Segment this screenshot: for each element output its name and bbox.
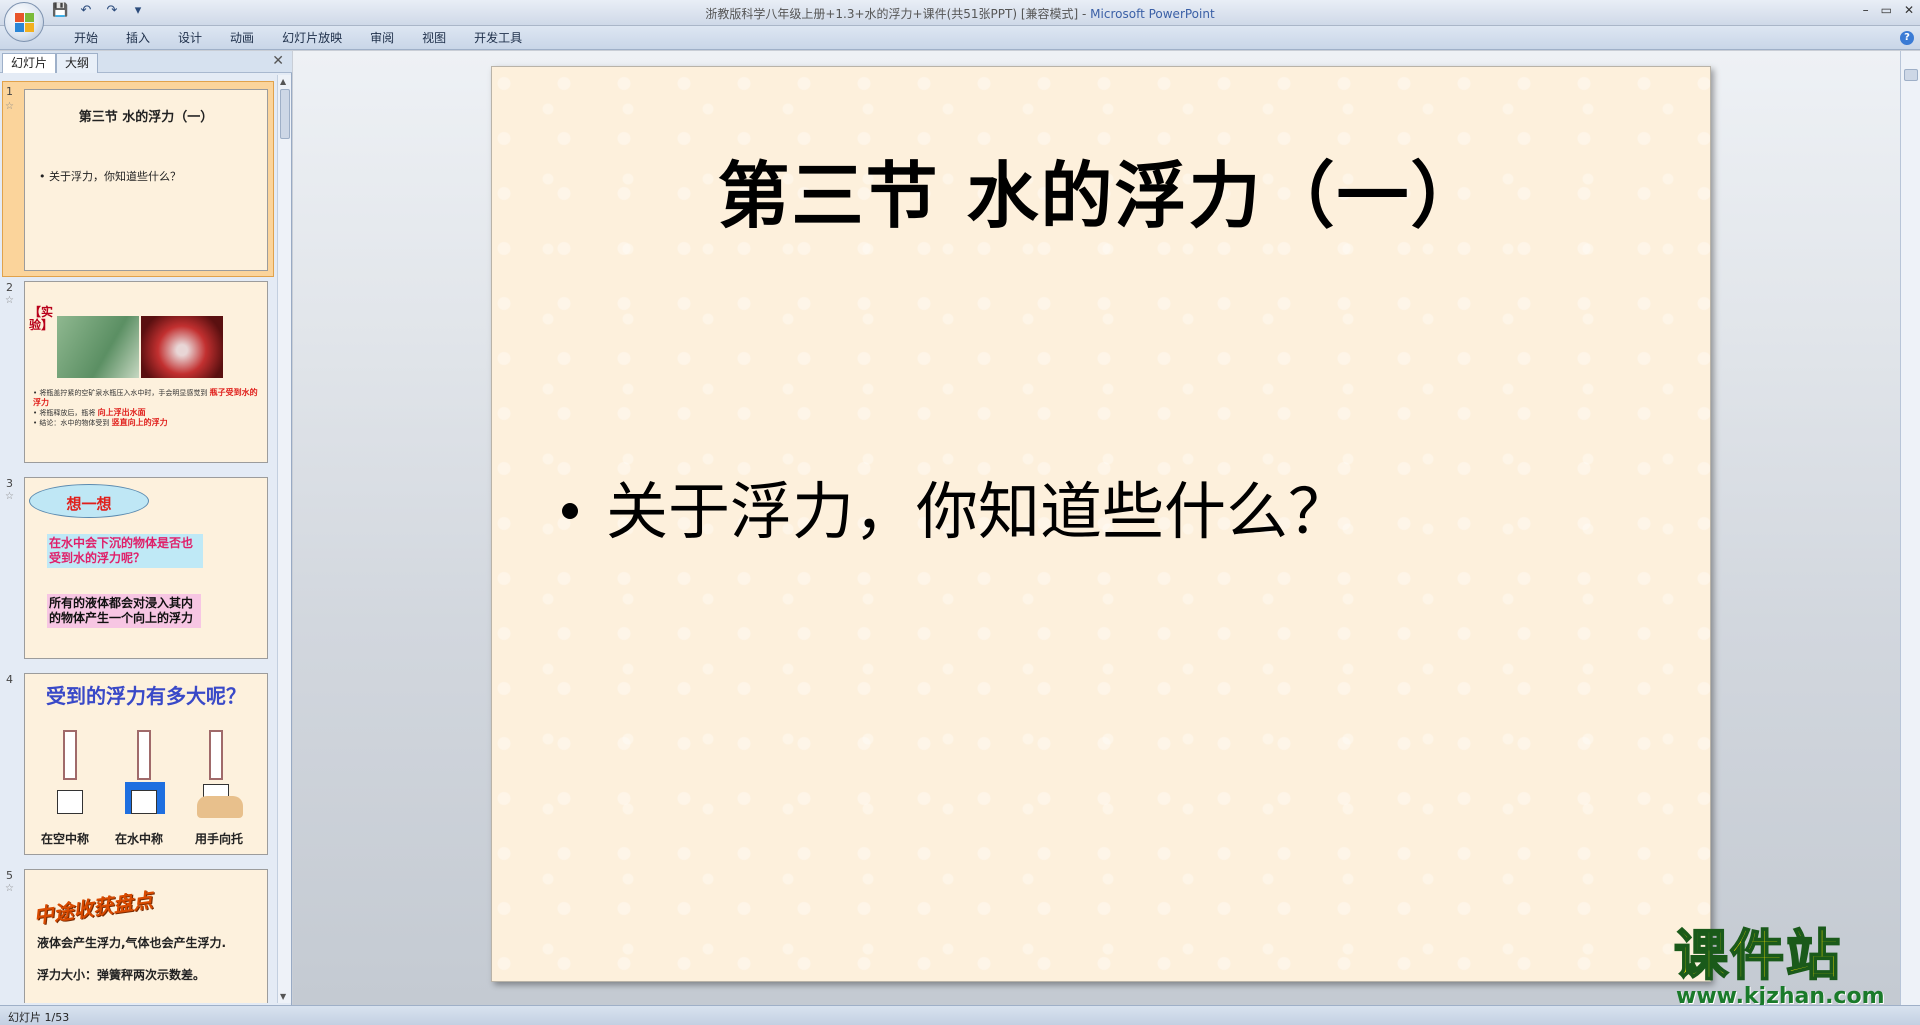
experiment-photo-hand	[57, 316, 139, 378]
bullet-icon	[562, 502, 578, 519]
maximize-button[interactable]: ▭	[1881, 3, 1892, 17]
animation-star-icon: ☆	[5, 295, 14, 306]
window-title: 浙教版科学八年级上册+1.3+水的浮力+课件(共51张PPT) [兼容模式] -…	[705, 7, 1215, 21]
office-button[interactable]	[4, 2, 44, 42]
animation-star-icon: ☆	[5, 883, 14, 894]
slide-thumbnail-3[interactable]: 想一想 在水中会下沉的物体是否也受到水的浮力呢？ 所有的液体都会对浸入其内的物体…	[24, 477, 268, 659]
ribbon: 开始 插入 设计 动画 幻灯片放映 审阅 视图 开发工具 ?	[0, 26, 1920, 50]
slide-thumbnail-4[interactable]: 受到的浮力有多大呢？ 在空中称 在水中称 用手向托	[24, 673, 268, 855]
thought-cloud: 想一想	[29, 484, 149, 518]
slide-thumbnail-2[interactable]: 【实验】 • 将瓶盖拧紧的空矿泉水瓶压入水中时，手会明显感觉到 瓶子受到水的浮力…	[24, 281, 268, 463]
tab-view[interactable]: 视图	[408, 30, 460, 46]
thumb-bullet: • 关于浮力，你知道些什么？	[39, 170, 181, 183]
experiment-photo-bowl	[141, 316, 223, 378]
tab-design[interactable]: 设计	[164, 30, 216, 46]
slides-pane: 幻灯片 大纲 ✕ 1 ☆ 第三节 水的浮力（一） • 关于浮力，你知道些什么？ …	[0, 51, 292, 1005]
slide-number: 2	[6, 281, 13, 294]
scroll-up-icon[interactable]: ▲	[280, 77, 286, 86]
main-scrollbar[interactable]	[1900, 51, 1920, 1005]
thumb-title: 受到的浮力有多大呢？	[46, 684, 246, 708]
status-bar: 幻灯片 1/53	[0, 1005, 1920, 1025]
tab-home[interactable]: 开始	[60, 30, 112, 46]
tab-slides[interactable]: 幻灯片	[2, 53, 57, 73]
slide-thumbnail-5[interactable]: 中途收获盘点 液体会产生浮力,气体也会产生浮力. 浮力大小：弹簧秤两次示数差。	[24, 869, 268, 1003]
close-pane-icon[interactable]: ✕	[272, 53, 284, 69]
slide-number: 1	[6, 85, 13, 98]
thumb-text: 液体会产生浮力,气体也会产生浮力.	[37, 936, 227, 950]
watermark: 课件站 www.kjzhan.com	[1668, 924, 1908, 1016]
thumb-text: • 将瓶盖拧紧的空矿泉水瓶压入水中时，手会明显感觉到 瓶子受到水的浮力 • 将瓶…	[33, 388, 258, 427]
office-logo-icon	[15, 13, 35, 33]
pane-tabs: 幻灯片 大纲 ✕	[0, 51, 292, 73]
minimize-button[interactable]: –	[1863, 3, 1869, 17]
animation-star-icon: ☆	[5, 491, 14, 502]
animation-star-icon: ☆	[5, 101, 14, 112]
watermark-logo: 课件站	[1673, 924, 1842, 987]
thumbnail-list: 1 ☆ 第三节 水的浮力（一） • 关于浮力，你知道些什么？ 2 ☆ 【实验】 …	[0, 75, 276, 1003]
slide-counter: 幻灯片 1/53	[8, 1011, 70, 1024]
tab-review[interactable]: 审阅	[356, 30, 408, 46]
tab-slideshow[interactable]: 幻灯片放映	[268, 30, 356, 46]
tab-animations[interactable]: 动画	[216, 30, 268, 46]
tab-outline[interactable]: 大纲	[56, 53, 99, 73]
tab-insert[interactable]: 插入	[112, 30, 164, 46]
thumb-caption: 在空中称	[41, 832, 90, 846]
tab-developer[interactable]: 开发工具	[460, 30, 536, 46]
pane-scrollbar[interactable]: ▲ ▼	[277, 75, 291, 1003]
slide-title[interactable]: 第三节 水的浮力（一）	[492, 137, 1710, 242]
scrollbar-thumb[interactable]	[280, 89, 290, 139]
spring-scale-figure	[197, 730, 243, 818]
thumb-label: 【实验】	[29, 305, 54, 332]
window-controls: – ▭ ✕	[1863, 3, 1914, 17]
thumb-title: 第三节 水的浮力（一）	[78, 110, 214, 125]
spring-scale-figure	[51, 730, 91, 814]
close-button[interactable]: ✕	[1904, 3, 1914, 17]
thumb-text: 浮力大小：弹簧秤两次示数差。	[37, 968, 206, 982]
thumb-question: 在水中会下沉的物体是否也受到水的浮力呢？	[47, 534, 203, 568]
thumb-title: 中途收获盘点	[32, 887, 155, 929]
scrollbar-thumb[interactable]	[1904, 69, 1918, 81]
title-bar: 💾 ↶ ↷ ▾ 浙教版科学八年级上册+1.3+水的浮力+课件(共51张PPT) …	[0, 0, 1920, 26]
ribbon-tabs: 开始 插入 设计 动画 幻灯片放映 审阅 视图 开发工具	[60, 30, 536, 46]
current-slide[interactable]: 第三节 水的浮力（一） 关于浮力，你知道些什么？	[491, 66, 1711, 982]
thumb-caption: 用手向托	[195, 832, 244, 846]
help-icon[interactable]: ?	[1900, 31, 1914, 45]
slide-bullet[interactable]: 关于浮力，你知道些什么？	[562, 461, 1350, 551]
slide-thumbnail-1[interactable]: 第三节 水的浮力（一） • 关于浮力，你知道些什么？	[24, 89, 268, 271]
slide-number: 4	[6, 673, 13, 686]
thumb-answer: 所有的液体都会对浸入其内的物体产生一个向上的浮力	[47, 594, 201, 628]
scroll-down-icon[interactable]: ▼	[280, 992, 286, 1001]
spring-scale-figure	[125, 730, 165, 814]
slide-number: 5	[6, 869, 13, 882]
thumb-caption: 在水中称	[115, 832, 164, 846]
slide-number: 3	[6, 477, 13, 490]
